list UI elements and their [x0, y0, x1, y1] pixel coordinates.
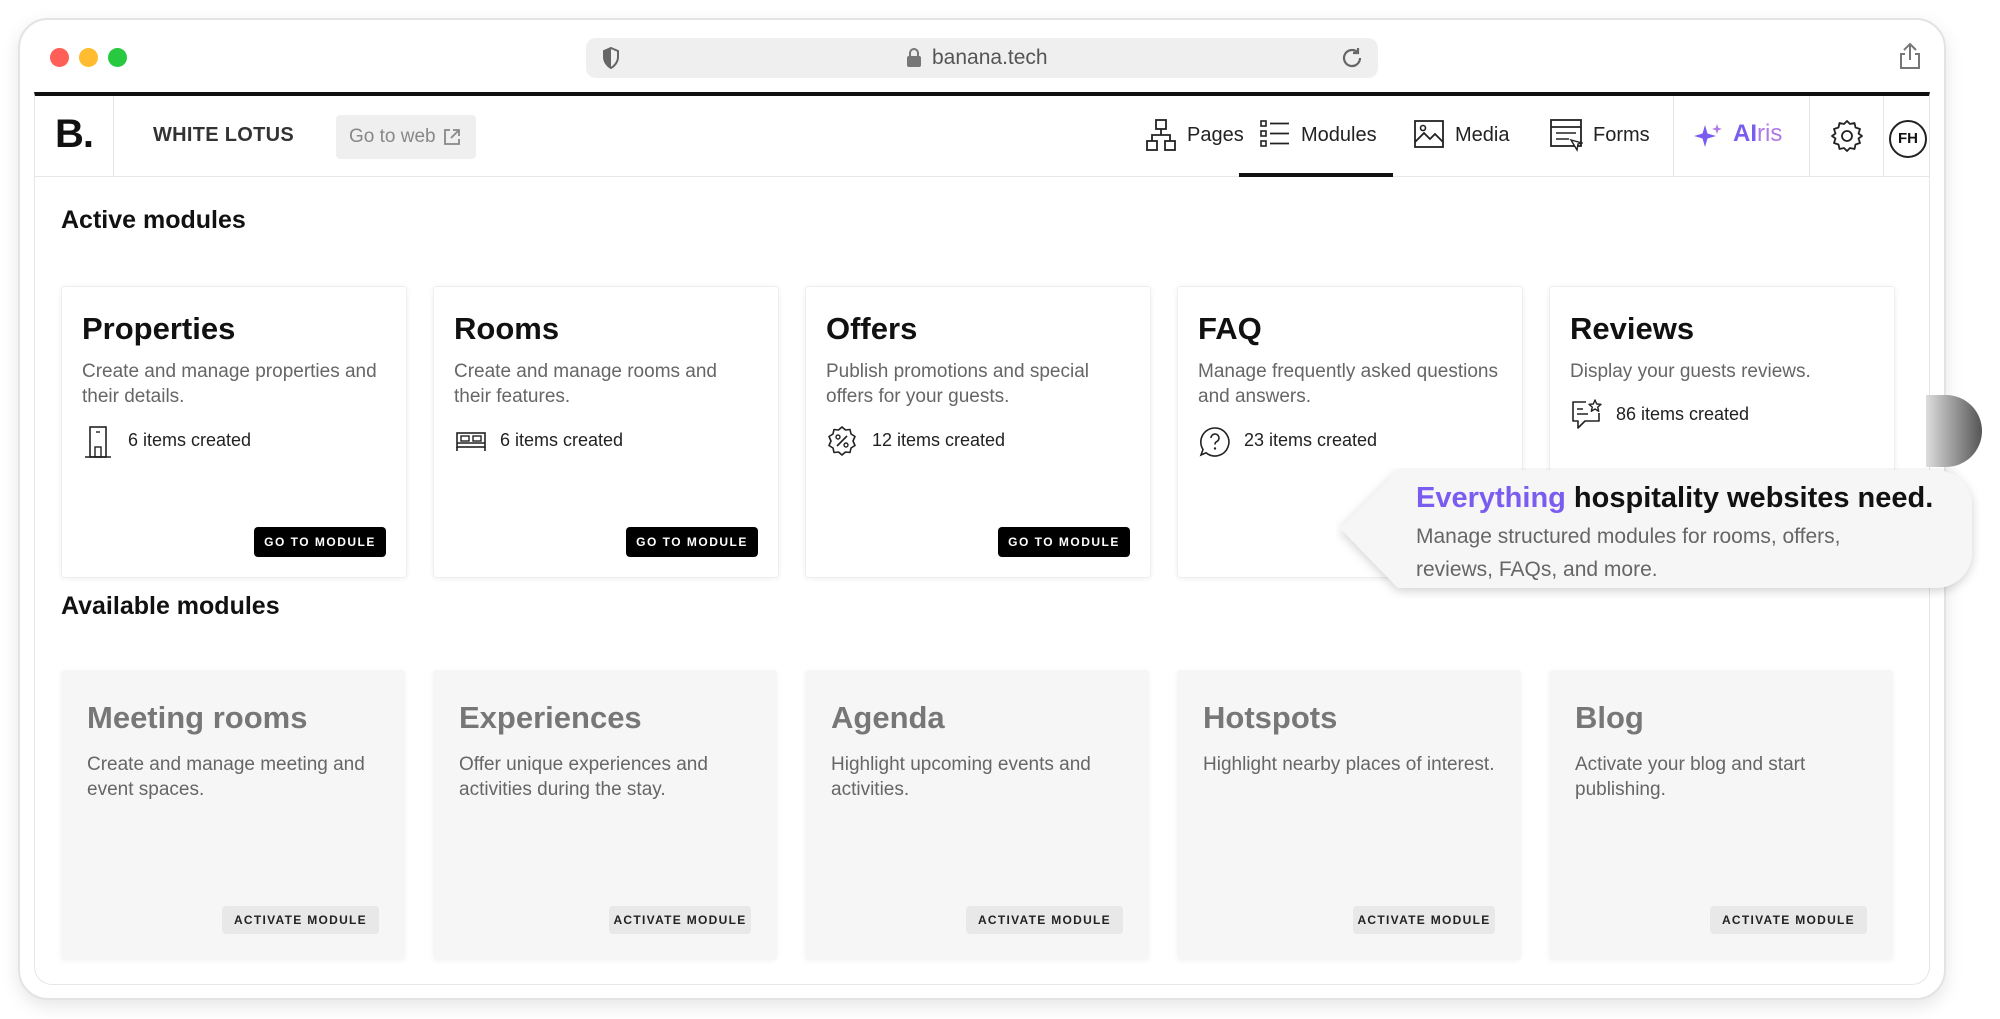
module-title: FAQ	[1198, 311, 1262, 346]
module-description: Create and manage meeting and event spac…	[87, 754, 365, 800]
callout-headline: Everything hospitality websites need.	[1416, 482, 1933, 515]
shield-icon[interactable]	[602, 47, 620, 69]
form-icon	[1550, 119, 1583, 152]
settings-button[interactable]	[1811, 96, 1883, 176]
module-card-properties[interactable]: Properties Create and manage properties …	[61, 286, 407, 578]
nav-forms-label: Forms	[1593, 124, 1650, 146]
nav-pages[interactable]: Pages	[1129, 96, 1244, 176]
module-title: Agenda	[831, 700, 945, 735]
decorative-shape	[1926, 395, 1982, 467]
airis-label: AIris	[1733, 120, 1782, 148]
activate-module-button[interactable]: ACTIVATE MODULE	[1709, 906, 1867, 934]
close-window-button[interactable]	[50, 48, 69, 67]
callout-body: Manage structured modules for rooms, off…	[1416, 525, 1841, 581]
sitemap-icon	[1146, 119, 1176, 151]
module-title: Blog	[1575, 700, 1644, 735]
activate-module-button[interactable]: ACTIVATE MODULE	[609, 906, 751, 934]
available-card-experiences: Experiences Offer unique experiences and…	[433, 670, 777, 960]
divider	[1883, 96, 1884, 176]
question-bubble-icon	[1199, 427, 1230, 457]
url-text: banana.tech	[932, 46, 1048, 69]
item-count-text: 6 items created	[128, 430, 252, 450]
divider	[1673, 96, 1674, 176]
airis-ai: AI	[1733, 120, 1757, 147]
module-description: Highlight upcoming events and activities…	[831, 754, 1091, 800]
available-card-agenda: Agenda Highlight upcoming events and act…	[805, 670, 1149, 960]
module-description: Highlight nearby places of interest.	[1203, 754, 1495, 775]
building-icon	[85, 426, 111, 458]
module-description: Manage frequently asked questions and an…	[1198, 361, 1498, 407]
discount-badge-icon	[828, 426, 856, 456]
image-icon	[1414, 120, 1444, 148]
available-card-hotspots: Hotspots Highlight nearby places of inte…	[1177, 670, 1521, 960]
item-count-text: 86 items created	[1616, 404, 1750, 424]
nav-pages-label: Pages	[1187, 124, 1244, 146]
module-title: Properties	[82, 311, 236, 346]
address-bar[interactable]: banana.tech	[586, 38, 1378, 78]
divider	[113, 96, 114, 176]
gear-icon	[1831, 120, 1863, 152]
list-icon	[1260, 120, 1289, 147]
airis-ris: ris	[1757, 120, 1783, 147]
module-title: Rooms	[454, 311, 560, 346]
item-count-text: 12 items created	[872, 430, 1006, 450]
go-to-web-button[interactable]: Go to web	[336, 115, 476, 159]
available-card-blog: Blog Activate your blog and start publis…	[1549, 670, 1893, 960]
module-title: Experiences	[459, 700, 642, 735]
go-to-module-button[interactable]: GO TO MODULE	[998, 527, 1130, 557]
available-modules-title: Available modules	[61, 592, 280, 620]
share-icon[interactable]	[1898, 42, 1922, 70]
module-description: Display your guests reviews.	[1570, 361, 1811, 382]
divider	[1809, 96, 1810, 176]
go-to-module-button[interactable]: GO TO MODULE	[254, 527, 386, 557]
module-description: Create and manage properties and their d…	[82, 361, 377, 407]
nav-modules-label: Modules	[1301, 124, 1377, 146]
module-description: Create and manage rooms and their featur…	[454, 361, 717, 407]
lock-icon	[907, 48, 921, 67]
module-description: Publish promotions and special offers fo…	[826, 361, 1089, 407]
activate-module-button[interactable]: ACTIVATE MODULE	[965, 906, 1123, 934]
nav-airis[interactable]: AIris	[1687, 96, 1797, 176]
nav-media[interactable]: Media	[1407, 96, 1527, 176]
module-description: Activate your blog and start publishing.	[1575, 754, 1806, 800]
module-description: Offer unique experiences and activities …	[459, 754, 708, 800]
callout-headline-rest: hospitality websites need.	[1565, 482, 1934, 514]
activate-module-button[interactable]: ACTIVATE MODULE	[1353, 906, 1495, 934]
review-star-icon	[1572, 399, 1602, 429]
module-title: Reviews	[1570, 311, 1695, 346]
module-title: Offers	[826, 311, 918, 346]
top-navigation: B. WHITE LOTUS Go to web Pages Modules M…	[35, 96, 1929, 177]
avatar[interactable]: FH	[1889, 120, 1927, 158]
marketing-callout: Everything hospitality websites need. Ma…	[1336, 468, 1980, 598]
maximize-window-button[interactable]	[108, 48, 127, 67]
module-card-offers[interactable]: Offers Publish promotions and special of…	[805, 286, 1151, 578]
module-title: Meeting rooms	[87, 700, 308, 735]
nav-media-label: Media	[1455, 124, 1510, 146]
go-to-web-label: Go to web	[349, 126, 436, 147]
activate-module-button[interactable]: ACTIVATE MODULE	[221, 906, 379, 934]
minimize-window-button[interactable]	[79, 48, 98, 67]
reload-icon[interactable]	[1340, 46, 1364, 70]
item-count-text: 23 items created	[1244, 430, 1378, 450]
bed-icon	[456, 432, 486, 451]
sparkle-icon	[1694, 124, 1722, 147]
site-name[interactable]: WHITE LOTUS	[153, 124, 294, 147]
go-to-module-button[interactable]: GO TO MODULE	[626, 527, 758, 557]
nav-modules[interactable]: Modules	[1239, 96, 1393, 177]
module-card-rooms[interactable]: Rooms Create and manage rooms and their …	[433, 286, 779, 578]
nav-forms[interactable]: Forms	[1541, 96, 1665, 176]
callout-highlight: Everything	[1416, 482, 1566, 514]
logo[interactable]: B.	[55, 112, 94, 157]
item-count-text: 6 items created	[500, 430, 624, 450]
active-modules-title: Active modules	[61, 206, 246, 234]
external-link-icon	[444, 129, 460, 145]
module-title: Hotspots	[1203, 700, 1338, 735]
available-card-meeting-rooms: Meeting rooms Create and manage meeting …	[61, 670, 405, 960]
